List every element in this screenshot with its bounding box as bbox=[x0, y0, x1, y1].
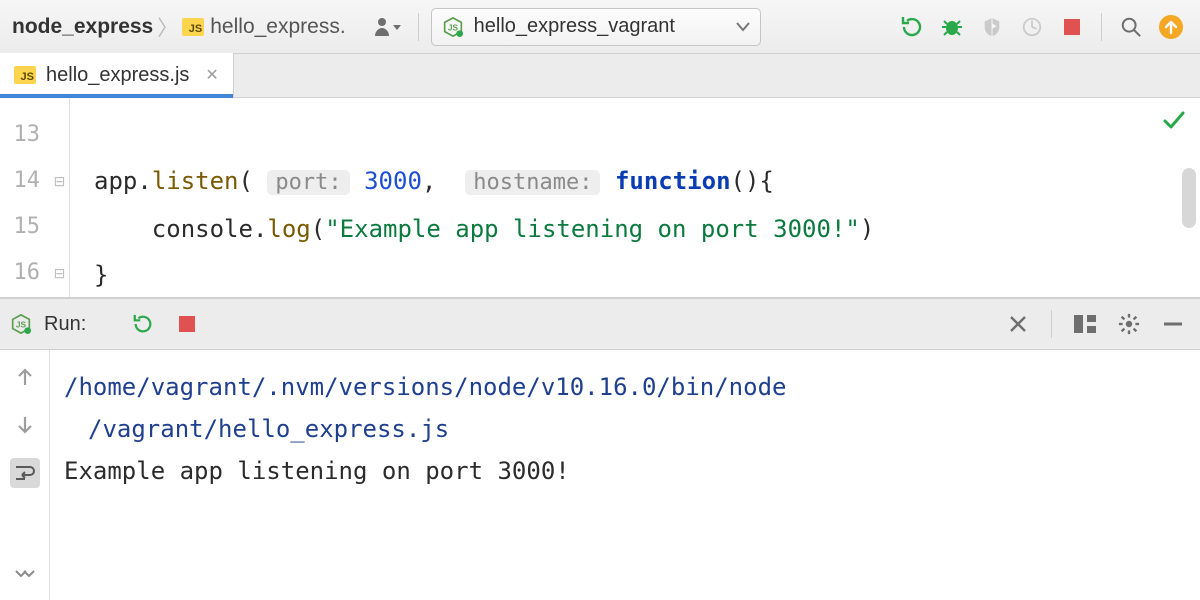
update-available-button[interactable] bbox=[1154, 10, 1188, 44]
close-tab-button[interactable]: ✕ bbox=[205, 65, 218, 85]
editor[interactable]: 13 14 15 16 ⊟ ⊟ app.listen( port: 3000, … bbox=[0, 98, 1200, 298]
fold-toggle-icon[interactable]: ⊟ bbox=[50, 250, 69, 296]
console-output[interactable]: /home/vagrant/.nvm/versions/node/v10.16.… bbox=[50, 350, 1200, 600]
code-line[interactable]: console.log("Example app listening on po… bbox=[94, 206, 1200, 252]
scroll-down-button[interactable] bbox=[10, 410, 40, 440]
scroll-up-button[interactable] bbox=[10, 362, 40, 392]
line-number: 16 bbox=[0, 250, 40, 296]
run-configuration-label: hello_express_vagrant bbox=[474, 15, 675, 38]
run-panel-title: Run: bbox=[44, 313, 86, 336]
stop-button[interactable] bbox=[1055, 10, 1089, 44]
code-area[interactable]: app.listen( port: 3000, hostname: functi… bbox=[70, 98, 1200, 297]
minimize-panel-button[interactable] bbox=[1156, 307, 1190, 341]
layout-button[interactable] bbox=[1068, 307, 1102, 341]
stop-button[interactable] bbox=[170, 307, 204, 341]
main-toolbar: node_express 〉 hello_express. JS hello_e… bbox=[0, 0, 1200, 54]
line-number: 14 bbox=[0, 158, 40, 204]
chevron-down-icon bbox=[736, 22, 750, 32]
line-gutter: 13 14 15 16 bbox=[0, 98, 50, 297]
rerun-button[interactable] bbox=[895, 10, 929, 44]
nodejs-icon: JS bbox=[442, 16, 464, 38]
console-command-arg: /vagrant/hello_express.js bbox=[64, 408, 1186, 450]
run-configuration-dropdown[interactable]: JS hello_express_vagrant bbox=[431, 8, 761, 46]
analysis-ok-icon[interactable] bbox=[1162, 108, 1186, 132]
fold-toggle-icon[interactable]: ⊟ bbox=[50, 158, 69, 204]
js-file-icon bbox=[14, 66, 36, 84]
line-number: 13 bbox=[0, 112, 40, 158]
close-panel-button[interactable] bbox=[1001, 307, 1035, 341]
run-output: /home/vagrant/.nvm/versions/node/v10.16.… bbox=[0, 350, 1200, 600]
breadcrumb-file-label: hello_express. bbox=[210, 15, 345, 39]
editor-tabbar: hello_express.js ✕ bbox=[0, 54, 1200, 98]
chevron-right-icon: 〉 bbox=[157, 12, 178, 42]
fold-gutter[interactable]: ⊟ ⊟ bbox=[50, 98, 70, 297]
svg-text:JS: JS bbox=[448, 22, 459, 32]
console-command: /home/vagrant/.nvm/versions/node/v10.16.… bbox=[64, 373, 786, 401]
separator bbox=[1101, 13, 1102, 41]
breadcrumb[interactable]: node_express 〉 hello_express. bbox=[12, 12, 346, 42]
debug-button[interactable] bbox=[935, 10, 969, 44]
search-button[interactable] bbox=[1114, 10, 1148, 44]
editor-tab[interactable]: hello_express.js ✕ bbox=[0, 53, 234, 97]
code-line[interactable]: } bbox=[94, 252, 1200, 298]
more-button[interactable] bbox=[10, 560, 40, 590]
separator bbox=[1051, 310, 1052, 338]
breadcrumb-file[interactable]: hello_express. bbox=[182, 15, 345, 39]
scrollbar-thumb[interactable] bbox=[1182, 168, 1196, 228]
svg-text:JS: JS bbox=[16, 319, 27, 329]
separator bbox=[418, 13, 419, 41]
soft-wrap-button[interactable] bbox=[10, 458, 40, 488]
settings-button[interactable] bbox=[1112, 307, 1146, 341]
user-dropdown-button[interactable] bbox=[372, 10, 406, 44]
code-line[interactable] bbox=[94, 112, 1200, 158]
rerun-button[interactable] bbox=[126, 307, 160, 341]
code-line[interactable]: app.listen( port: 3000, hostname: functi… bbox=[94, 158, 1200, 206]
editor-tab-label: hello_express.js bbox=[46, 64, 189, 87]
breadcrumb-project[interactable]: node_express bbox=[12, 15, 153, 39]
coverage-button[interactable] bbox=[975, 10, 1009, 44]
nodejs-icon: JS bbox=[10, 313, 32, 335]
run-tool-header: JS Run: bbox=[0, 298, 1200, 350]
profile-button[interactable] bbox=[1015, 10, 1049, 44]
console-line: Example app listening on port 3000! bbox=[64, 450, 1186, 492]
line-number: 15 bbox=[0, 204, 40, 250]
run-side-toolbar bbox=[0, 350, 50, 600]
js-file-icon bbox=[182, 18, 204, 36]
